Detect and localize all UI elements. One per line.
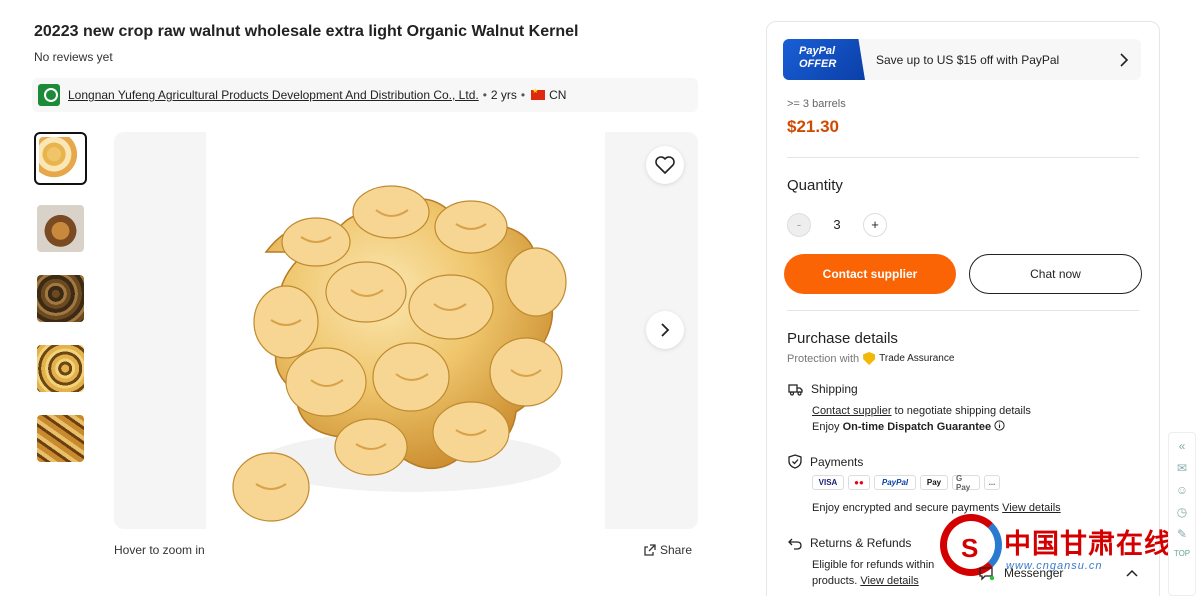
zoom-hint: Hover to zoom in <box>114 543 205 557</box>
product-title: 20223 new crop raw walnut wholesale extr… <box>34 23 579 40</box>
walnut-kernels-image <box>232 185 567 522</box>
refunds-view-details-link[interactable]: View details <box>860 575 919 587</box>
avatar[interactable]: ☺ <box>1176 483 1188 497</box>
payments-heading: Payments <box>788 454 863 469</box>
thumbnail-2[interactable] <box>34 202 87 255</box>
refunds-line-2: products. View details <box>812 575 919 587</box>
more-methods-icon[interactable]: ... <box>984 475 1000 490</box>
shipping-line-1: Contact supplier to negotiate shipping d… <box>812 405 1031 417</box>
messenger-bar[interactable]: Messenger <box>978 562 1138 584</box>
quantity-stepper: - 3 + <box>787 212 887 237</box>
thumbnail-4[interactable] <box>34 342 87 395</box>
separator-dot: • <box>482 88 487 102</box>
refunds-line-2-text: products. <box>812 575 861 587</box>
share-button[interactable]: Share <box>643 543 692 557</box>
paypal-icon: PayPal <box>874 475 916 490</box>
back-to-top-button[interactable]: TOP <box>1174 549 1190 558</box>
share-label: Share <box>660 543 693 557</box>
side-toolbar: « ✉ ☺ ◷ ✎ TOP <box>1168 432 1196 596</box>
google-pay-icon: G Pay <box>952 474 980 492</box>
paypal-offer-banner[interactable]: PayPal OFFER Save up to US $15 off with … <box>783 39 1141 80</box>
protection-line: Protection with Trade Assurance <box>787 352 954 365</box>
paypal-badge-line1: PayPal <box>799 45 836 57</box>
shipping-line-2: Enjoy On-time Dispatch Guarantee <box>812 420 1005 433</box>
shipping-heading: Shipping <box>788 382 858 396</box>
refunds-line-1: Eligible for refunds within <box>812 559 935 571</box>
return-arrow-icon <box>788 538 802 550</box>
paypal-offer-badge: PayPal OFFER <box>783 39 865 80</box>
visa-icon: VISA <box>812 475 844 490</box>
chat-now-button[interactable]: Chat now <box>969 254 1142 294</box>
supplier-logo <box>38 84 60 106</box>
info-icon[interactable] <box>994 420 1005 431</box>
min-order-quantity: >= 3 barrels <box>787 98 846 110</box>
china-flag-icon <box>531 87 546 100</box>
supplier-country: CN <box>549 88 567 102</box>
contact-supplier-button[interactable]: Contact supplier <box>784 254 956 294</box>
collapse-icon[interactable]: « <box>1179 439 1186 453</box>
contact-supplier-link[interactable]: Contact supplier <box>812 405 892 417</box>
supplier-name-link[interactable]: Longnan Yufeng Agricultural Products Dev… <box>68 88 479 102</box>
truck-icon <box>788 383 803 396</box>
mastercard-icon: ●● <box>848 475 870 490</box>
reviews-status: No reviews yet <box>34 50 113 64</box>
apple-pay-icon: Pay <box>920 475 948 490</box>
trade-assurance-label[interactable]: Trade Assurance <box>879 353 954 364</box>
refunds-heading-label: Returns & Refunds <box>810 536 912 550</box>
thumbnail-1[interactable] <box>34 132 87 185</box>
watermark-logo-letter: S <box>961 533 979 563</box>
favorite-button[interactable] <box>646 146 684 184</box>
trade-assurance-icon <box>863 352 876 365</box>
mail-icon[interactable]: ✉ <box>1177 461 1187 475</box>
thumbnail-list <box>34 132 88 482</box>
divider <box>787 310 1139 311</box>
supplier-bar: Longnan Yufeng Agricultural Products Dev… <box>32 78 698 112</box>
shipping-line-1-text: to negotiate shipping details <box>891 405 1031 417</box>
payments-heading-label: Payments <box>810 454 864 469</box>
share-icon <box>644 543 656 556</box>
shipping-heading-label: Shipping <box>811 382 858 396</box>
messenger-label: Messenger <box>1004 566 1064 580</box>
refunds-heading: Returns & Refunds <box>788 536 911 550</box>
chevron-up-icon[interactable] <box>1126 569 1138 577</box>
thumbnail-3[interactable] <box>34 272 87 325</box>
purchase-details-title: Purchase details <box>787 330 898 347</box>
main-product-image[interactable] <box>114 132 698 529</box>
thumbnail-5[interactable] <box>34 412 87 465</box>
watermark-text: 中国甘肃在线 <box>1004 529 1172 560</box>
protection-prefix: Protection with <box>787 352 860 365</box>
chevron-right-icon <box>661 323 670 337</box>
supplier-years: 2 yrs <box>490 88 517 102</box>
feedback-icon[interactable]: ✎ <box>1177 527 1187 541</box>
heart-icon <box>655 156 675 174</box>
history-icon[interactable]: ◷ <box>1177 505 1187 519</box>
next-image-button[interactable] <box>646 311 684 349</box>
shield-check-icon <box>788 454 802 469</box>
dispatch-guarantee: On-time Dispatch Guarantee <box>842 421 992 433</box>
unit-price: $21.30 <box>787 117 839 136</box>
chevron-right-icon <box>1120 52 1129 67</box>
quantity-label: Quantity <box>787 177 843 194</box>
separator-dot: • <box>520 88 526 102</box>
walnut-photo <box>206 132 605 529</box>
paypal-offer-text: Save up to US $15 off with PayPal <box>876 52 1060 67</box>
paypal-badge-line2: OFFER <box>799 58 837 70</box>
chat-bubble-icon <box>979 566 994 581</box>
divider <box>787 157 1139 158</box>
quantity-input[interactable]: 3 <box>811 217 863 232</box>
shipping-line-2-prefix: Enjoy <box>812 421 843 433</box>
payment-methods: VISA ●● PayPal Pay G Pay ... <box>812 474 1000 492</box>
decrease-quantity-button[interactable]: - <box>787 212 811 237</box>
increase-quantity-button[interactable]: + <box>863 212 887 237</box>
